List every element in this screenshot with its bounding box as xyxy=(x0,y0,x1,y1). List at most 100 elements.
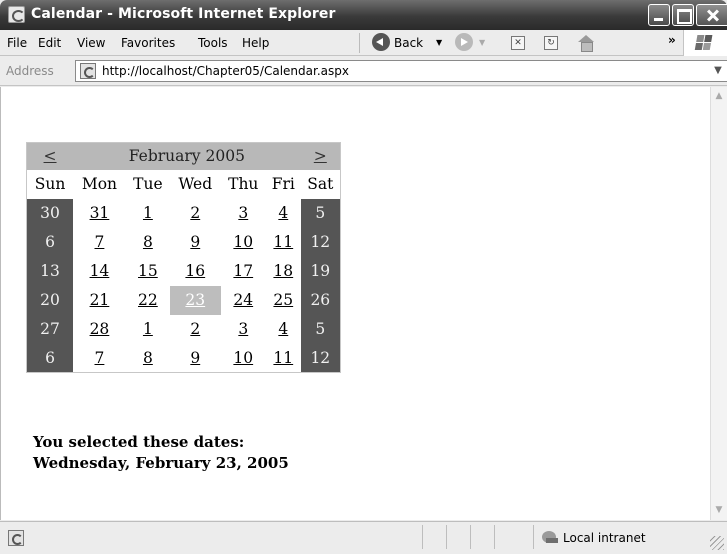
forward-dropdown-icon[interactable]: ▼ xyxy=(479,38,485,47)
calendar-day[interactable]: 2 xyxy=(169,314,221,344)
calendar-day[interactable]: 15 xyxy=(125,256,170,286)
calendar-day[interactable]: 17 xyxy=(220,256,266,286)
forward-arrow-icon xyxy=(455,33,473,51)
calendar-day[interactable]: 8 xyxy=(125,343,170,373)
menu-edit[interactable]: Edit xyxy=(38,36,61,50)
calendar-day[interactable]: 7 xyxy=(73,343,126,373)
calendar-day[interactable]: 4 xyxy=(265,198,301,228)
calendar-day: 27 xyxy=(26,314,74,344)
back-dropdown-icon[interactable]: ▼ xyxy=(436,38,442,47)
calendar-day[interactable]: 8 xyxy=(125,227,170,257)
selection-message: You selected these dates: Wednesday, Feb… xyxy=(33,432,289,474)
calendar-day[interactable]: 3 xyxy=(220,314,266,344)
calendar-day[interactable]: 9 xyxy=(169,227,221,257)
address-url[interactable]: http://localhost/Chapter05/Calendar.aspx xyxy=(102,64,349,78)
calendar-day[interactable]: 4 xyxy=(265,314,301,344)
calendar-day: 5 xyxy=(300,198,341,228)
calendar-day-header-row: Sun Mon Tue Wed Thu Fri Sat xyxy=(26,169,341,199)
calendar-day[interactable]: 28 xyxy=(73,314,126,344)
browser-window: Calendar - Microsoft Internet Explorer F… xyxy=(0,0,727,554)
calendar-day: 5 xyxy=(300,314,341,344)
vertical-scrollbar[interactable]: ▲ ▼ xyxy=(710,87,727,520)
address-bar: Address http://localhost/Chapter05/Calen… xyxy=(0,57,727,86)
calendar-day: 13 xyxy=(26,256,74,286)
calendar-day[interactable]: 2 xyxy=(169,198,221,228)
selection-heading: You selected these dates: xyxy=(33,433,245,451)
calendar-day[interactable]: 1 xyxy=(125,198,170,228)
day-header: Wed xyxy=(169,169,221,199)
day-header: Thu xyxy=(220,169,266,199)
security-zone-label: Local intranet xyxy=(563,531,646,545)
calendar-day: 26 xyxy=(300,285,341,315)
day-header: Tue xyxy=(125,169,170,199)
calendar-month-title: February 2005 xyxy=(73,142,301,170)
maximize-button[interactable] xyxy=(672,4,694,26)
page-icon xyxy=(80,63,96,79)
calendar-day[interactable]: 10 xyxy=(220,227,266,257)
menu-bar: File Edit View Favorites Tools Help Back… xyxy=(0,30,727,56)
brand-throbber xyxy=(683,30,727,56)
calendar-week-row: 13 14 15 16 17 18 19 xyxy=(26,256,341,286)
calendar-day[interactable]: 14 xyxy=(73,256,126,286)
menu-file[interactable]: File xyxy=(7,36,27,50)
resize-grip[interactable] xyxy=(710,536,724,550)
address-input[interactable]: http://localhost/Chapter05/Calendar.aspx… xyxy=(75,60,727,82)
next-month-link[interactable]: > xyxy=(300,142,341,170)
ie-app-icon[interactable] xyxy=(8,6,25,23)
scroll-up-icon[interactable]: ▲ xyxy=(713,89,725,103)
calendar-day[interactable]: 21 xyxy=(73,285,126,315)
calendar-day-selected[interactable]: 23 xyxy=(169,285,221,315)
calendar-day[interactable]: 11 xyxy=(265,343,301,373)
calendar-day: 6 xyxy=(26,343,74,373)
menu-help[interactable]: Help xyxy=(242,36,269,50)
calendar-day[interactable]: 10 xyxy=(220,343,266,373)
page-content: < February 2005 > Sun Mon Tue Wed Thu Fr… xyxy=(0,87,710,520)
calendar-day[interactable]: 18 xyxy=(265,256,301,286)
calendar-day[interactable]: 1 xyxy=(125,314,170,344)
forward-button[interactable]: ▼ xyxy=(455,33,485,51)
status-divider xyxy=(470,525,471,549)
close-button[interactable] xyxy=(696,4,727,26)
selected-date-text: Wednesday, February 23, 2005 xyxy=(33,454,289,472)
day-header: Mon xyxy=(73,169,126,199)
scroll-down-icon[interactable]: ▼ xyxy=(713,503,725,517)
back-label: Back xyxy=(394,36,424,50)
status-page-icon xyxy=(8,530,24,546)
calendar-day: 30 xyxy=(26,198,74,228)
calendar-day[interactable]: 7 xyxy=(73,227,126,257)
menu-tools[interactable]: Tools xyxy=(198,36,228,50)
calendar-day: 12 xyxy=(300,343,341,373)
title-bar[interactable]: Calendar - Microsoft Internet Explorer xyxy=(0,0,727,30)
toolbar-divider xyxy=(359,33,360,53)
back-button[interactable]: Back ▼ xyxy=(372,33,442,53)
calendar-day[interactable]: 25 xyxy=(265,285,301,315)
calendar-day[interactable]: 9 xyxy=(169,343,221,373)
calendar-week-row: 27 28 1 2 3 4 5 xyxy=(26,314,341,344)
calendar-day[interactable]: 31 xyxy=(73,198,126,228)
calendar-title-row: < February 2005 > xyxy=(26,142,341,170)
calendar-week-row: 30 31 1 2 3 4 5 xyxy=(26,198,341,228)
calendar-day[interactable]: 11 xyxy=(265,227,301,257)
calendar-day[interactable]: 3 xyxy=(220,198,266,228)
menu-favorites[interactable]: Favorites xyxy=(121,36,175,50)
day-header: Sun xyxy=(26,169,74,199)
calendar-day: 20 xyxy=(26,285,74,315)
calendar-day: 6 xyxy=(26,227,74,257)
calendar-day: 19 xyxy=(300,256,341,286)
toolbar-overflow-chevron[interactable]: » xyxy=(668,33,676,47)
windows-flag-icon xyxy=(694,35,715,51)
minimize-button[interactable] xyxy=(648,4,670,26)
menu-view[interactable]: View xyxy=(77,36,105,50)
calendar-day[interactable]: 24 xyxy=(220,285,266,315)
calendar-week-row: 6 7 8 9 10 11 12 xyxy=(26,227,341,257)
stop-icon[interactable]: ✕ xyxy=(511,36,525,50)
calendar-day[interactable]: 16 xyxy=(169,256,221,286)
intranet-zone-icon xyxy=(540,529,560,545)
address-dropdown-icon[interactable]: ▼ xyxy=(709,61,727,81)
day-header: Fri xyxy=(265,169,301,199)
status-divider xyxy=(422,525,423,549)
refresh-icon[interactable]: ↻ xyxy=(544,36,558,50)
home-icon[interactable] xyxy=(577,35,595,52)
calendar-day[interactable]: 22 xyxy=(125,285,170,315)
prev-month-link[interactable]: < xyxy=(26,142,74,170)
